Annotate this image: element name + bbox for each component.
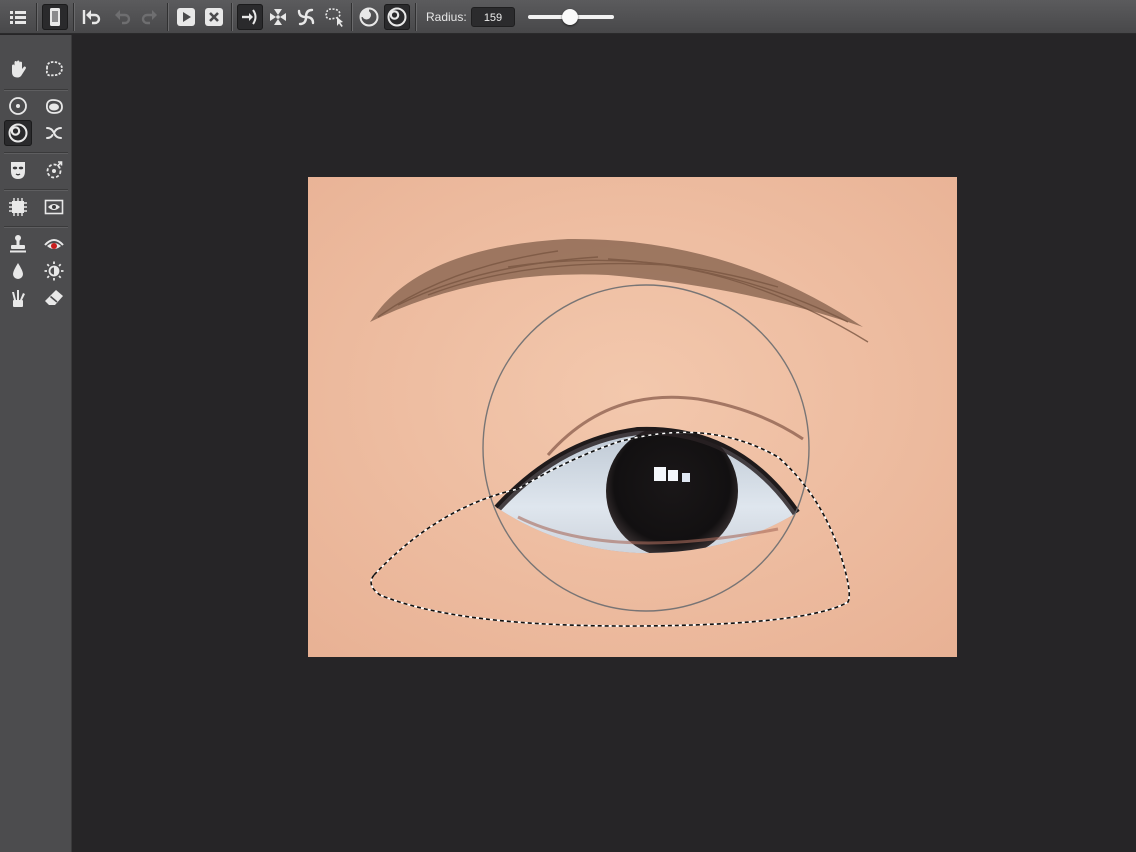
brush-mode-subtract-button[interactable] [384, 4, 410, 30]
forward-warp-button[interactable] [237, 4, 263, 30]
frame-eye-icon [44, 199, 64, 215]
brush-mode-add-button[interactable] [356, 4, 382, 30]
redo-icon [141, 10, 157, 25]
top-toolbar: Radius: 159 [0, 0, 1136, 34]
chip-button[interactable] [4, 194, 32, 220]
frame-eye-button[interactable] [40, 194, 68, 220]
pinch-button[interactable] [265, 4, 291, 30]
red-eye-icon [44, 239, 64, 249]
hand-tool-button[interactable] [4, 56, 32, 82]
circle-select-button[interactable] [4, 93, 32, 119]
undo-button[interactable] [109, 4, 135, 30]
target-button[interactable] [40, 157, 68, 183]
menu-icon [10, 11, 26, 24]
brightness-icon [44, 261, 64, 281]
radius-slider-thumb[interactable] [562, 9, 579, 25]
brush-mode-subtract-icon [387, 7, 407, 27]
undo-all-button[interactable] [78, 4, 104, 30]
radius-label: Radius: [426, 10, 467, 24]
undo-all-icon [82, 10, 101, 25]
eraser-icon [45, 290, 63, 305]
play-icon [177, 8, 195, 26]
drop-icon [13, 263, 23, 279]
cancel-button[interactable] [201, 4, 227, 30]
drop-button[interactable] [4, 258, 32, 284]
brush-icon [12, 290, 25, 307]
lasso-tool-icon [45, 61, 63, 77]
eye-enhance-button[interactable] [4, 120, 32, 146]
liquify-button[interactable] [40, 120, 68, 146]
lasso-select-button[interactable] [321, 4, 347, 30]
hand-tool-icon [12, 60, 26, 78]
cancel-icon [205, 8, 223, 26]
brush-mode-add-icon [359, 7, 379, 27]
forward-warp-icon [242, 9, 257, 25]
twirl-button[interactable] [293, 4, 319, 30]
menu-button[interactable] [5, 4, 31, 30]
twirl-icon [297, 8, 315, 26]
device-view-button[interactable] [42, 4, 68, 30]
eye-enhance-icon [8, 123, 28, 143]
blob-select-button[interactable] [40, 93, 68, 119]
circle-select-icon [9, 97, 27, 115]
pinch-icon [270, 9, 286, 25]
brightness-button[interactable] [40, 258, 68, 284]
brush-button[interactable] [4, 285, 32, 311]
target-icon [46, 161, 63, 179]
photo-canvas[interactable] [308, 177, 957, 657]
chip-icon [9, 198, 27, 216]
phone-icon [50, 8, 60, 26]
mask-button[interactable] [4, 157, 32, 183]
tools-sidebar [0, 35, 72, 852]
radius-input[interactable]: 159 [471, 7, 515, 27]
play-button[interactable] [173, 4, 199, 30]
blob-select-icon [45, 99, 63, 114]
redo-button[interactable] [137, 4, 163, 30]
undo-icon [115, 10, 131, 25]
mask-icon [11, 162, 25, 179]
red-eye-button[interactable] [40, 231, 68, 257]
lasso-tool-button[interactable] [40, 56, 68, 82]
eraser-button[interactable] [40, 285, 68, 311]
stamp-icon [10, 235, 26, 253]
eye-photo [308, 177, 957, 657]
stamp-button[interactable] [4, 231, 32, 257]
lasso-select-icon [325, 8, 343, 27]
liquify-icon [46, 127, 62, 139]
